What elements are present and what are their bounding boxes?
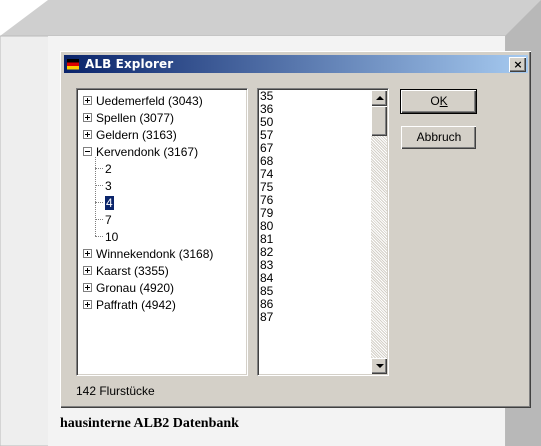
- tree-child-item[interactable]: 4: [104, 194, 115, 211]
- tree-connector: [95, 168, 103, 169]
- scroll-up-button[interactable]: [371, 90, 387, 106]
- tree-item-label: Winnekendonk (3168): [96, 246, 214, 261]
- expand-icon[interactable]: [83, 266, 92, 275]
- expand-icon[interactable]: [83, 113, 92, 122]
- expand-icon[interactable]: [83, 300, 92, 309]
- tree-connector: [95, 185, 103, 186]
- cancel-label: Abbruch: [416, 130, 462, 144]
- tree-item[interactable]: Uedemerfeld (3043): [83, 92, 203, 109]
- tree-child-label: 2: [105, 161, 112, 176]
- scroll-thumb[interactable]: [371, 106, 387, 136]
- arrow-down-icon: [376, 364, 384, 368]
- tree-item-label: Uedemerfeld (3043): [96, 93, 203, 108]
- expand-icon[interactable]: [83, 96, 92, 105]
- tree-item-label: Spellen (3077): [96, 110, 175, 125]
- tree-item[interactable]: Paffrath (4942): [83, 296, 176, 313]
- ok-label: OK: [430, 94, 448, 108]
- tree-item[interactable]: Kervendonk (3167): [83, 143, 198, 160]
- tree-child-item[interactable]: 2: [105, 160, 112, 177]
- collapse-icon[interactable]: [83, 147, 92, 156]
- tree-child-label: 3: [105, 178, 112, 193]
- parcel-list-items: 35 36 50 57 67 68 74 75 76 79 80 81 82 83 84 85 86 87: [260, 90, 273, 324]
- tree-item[interactable]: Geldern (3163): [83, 126, 177, 143]
- tree-item-label: Gronau (4920): [96, 280, 175, 295]
- tree-item[interactable]: Kaarst (3355): [83, 262, 169, 279]
- tree-item-label: Geldern (3163): [96, 127, 177, 142]
- tree-item[interactable]: Winnekendonk (3168): [83, 245, 213, 262]
- tree-item-label: Kaarst (3355): [96, 263, 169, 278]
- expand-icon[interactable]: [83, 249, 92, 258]
- tree-child-label: 10: [105, 229, 119, 244]
- app-flag-icon: [66, 57, 80, 71]
- expand-icon[interactable]: [83, 283, 92, 292]
- list-item[interactable]: 87: [260, 311, 273, 324]
- tree-child-label: 7: [105, 212, 112, 227]
- tree-item-label: Paffrath (4942): [96, 297, 176, 312]
- parcel-listbox[interactable]: 35 36 50 57 67 68 74 75 76 79 80 81 82 83 84 85 86 87: [257, 88, 389, 376]
- expand-icon[interactable]: [83, 130, 92, 139]
- ok-button[interactable]: OK: [400, 89, 477, 114]
- status-text: 142 Flurstücke: [76, 384, 155, 398]
- tree-connector: [95, 219, 103, 220]
- close-button[interactable]: ×: [509, 57, 526, 72]
- scroll-down-button[interactable]: [371, 358, 387, 374]
- tree-child-item[interactable]: 3: [105, 177, 112, 194]
- caption-text: hausinterne ALB2 Datenbank: [60, 416, 239, 431]
- tree-item[interactable]: Spellen (3077): [83, 109, 174, 126]
- tree-child-item[interactable]: 7: [105, 211, 112, 228]
- tree-child-item[interactable]: 10: [105, 228, 118, 245]
- alb-explorer-dialog: ALB Explorer × Uedemerfeld (3043) Spellen…: [60, 51, 531, 408]
- cancel-button[interactable]: Abbruch: [401, 126, 476, 149]
- vertical-scrollbar[interactable]: [371, 90, 387, 374]
- municipality-tree[interactable]: Uedemerfeld (3043) Spellen (3077) Geldern …: [76, 88, 248, 376]
- window-title: ALB Explorer: [85, 57, 174, 71]
- tree-item[interactable]: Gronau (4920): [83, 279, 174, 296]
- title-bar[interactable]: ALB Explorer ×: [64, 55, 528, 73]
- close-icon: ×: [513, 58, 523, 71]
- tree-connector: [95, 157, 96, 236]
- arrow-up-icon: [376, 96, 384, 100]
- tree-item-label: Kervendonk (3167): [96, 144, 199, 159]
- tree-connector: [95, 236, 103, 237]
- tree-child-label-selected: 4: [104, 194, 115, 211]
- tree-connector: [95, 202, 103, 203]
